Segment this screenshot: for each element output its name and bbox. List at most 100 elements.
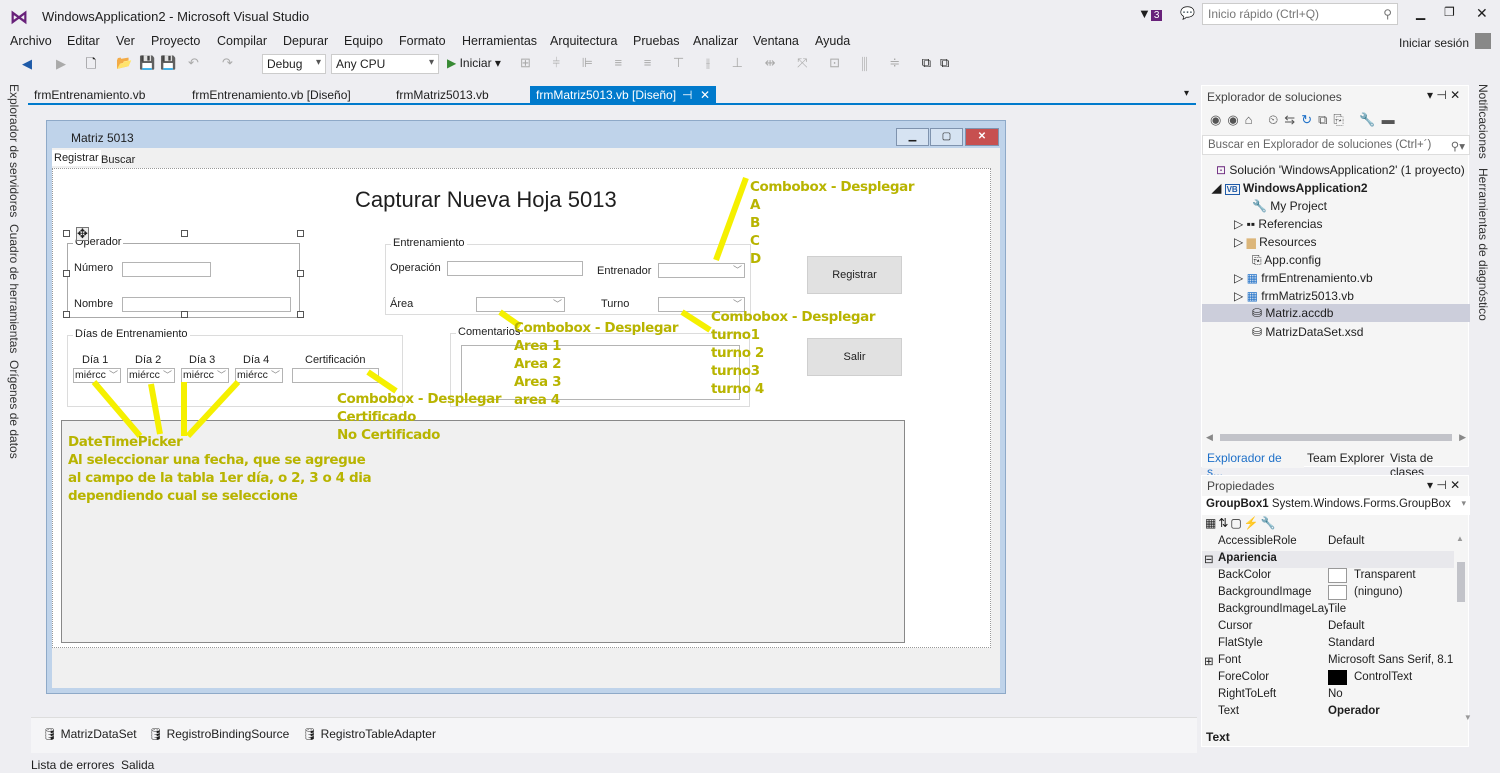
expand-icon: ⊞ bbox=[1204, 656, 1214, 668]
collapse-icon: ⊟ bbox=[1204, 554, 1214, 566]
prop-row-flatstyle[interactable]: FlatStyle Standard bbox=[1218, 636, 1454, 653]
arrow-dia2 bbox=[148, 383, 163, 435]
prop-name: Text bbox=[1218, 705, 1240, 717]
prop-name: Font bbox=[1218, 654, 1242, 666]
error-list-tab[interactable]: Lista de errores bbox=[31, 758, 114, 772]
search-placeholder: Buscar en Explorador de soluciones (Ctrl… bbox=[1208, 139, 1432, 151]
prop-name: FlatStyle bbox=[1218, 637, 1263, 649]
prop-value: Tile bbox=[1328, 603, 1347, 615]
prop-value: ControlText bbox=[1354, 671, 1413, 683]
tree-item-referencias[interactable]: ▷ ▪▪ Referencias bbox=[1234, 217, 1322, 231]
prop-name: RightToLeft bbox=[1218, 688, 1277, 700]
solution-explorer-title: Explorador de soluciones bbox=[1207, 90, 1342, 104]
tray-bindingsource[interactable]: 🛢 RegistroBindingSource bbox=[148, 727, 289, 741]
tab-team-explorer[interactable]: Team Explorer bbox=[1307, 451, 1384, 465]
prop-value: Standard bbox=[1328, 637, 1375, 649]
annotation-datetimepicker: DateTimePicker Al seleccionar una fecha,… bbox=[68, 434, 372, 504]
annotation-turno: Combobox - Desplegar turno1 turno 2 turn… bbox=[711, 309, 876, 397]
tray-label: RegistroBindingSource bbox=[166, 727, 290, 741]
prop-name: Cursor bbox=[1218, 620, 1253, 632]
tree-item-myproject[interactable]: 🔧 My Project bbox=[1252, 199, 1327, 213]
properties-toolbar[interactable]: ▦⇅▢⚡🔧 bbox=[1205, 516, 1278, 530]
object-selector[interactable]: GroupBox1 System.Windows.Forms.GroupBox ▾ bbox=[1202, 496, 1470, 515]
wrench-icon: 🔧 bbox=[1252, 199, 1267, 213]
annotation-entrenador: Combobox - Desplegar A B C D bbox=[750, 179, 915, 267]
tree-item-project[interactable]: ◢ VB WindowsApplication2 bbox=[1212, 181, 1368, 195]
prop-name: ForeColor bbox=[1218, 671, 1270, 683]
object-type: System.Windows.Forms.GroupBox bbox=[1271, 498, 1451, 510]
tree-item-resources[interactable]: ▷ ▆ Resources bbox=[1234, 235, 1317, 249]
output-tab[interactable]: Salida bbox=[121, 758, 154, 772]
property-description: Text bbox=[1206, 730, 1230, 744]
prop-row-font[interactable]: ⊞ Font Microsoft Sans Serif, 8.1 bbox=[1204, 653, 1454, 670]
arrow-dia1 bbox=[91, 380, 143, 438]
tree-item-frmmatriz[interactable]: ▷ ▦ frmMatriz5013.vb bbox=[1234, 289, 1354, 303]
prop-name: AccessibleRole bbox=[1218, 535, 1297, 547]
prop-name: BackColor bbox=[1218, 569, 1272, 581]
form-file-icon: ▦ bbox=[1246, 271, 1258, 285]
prop-row-accessiblerole[interactable]: AccessibleRole Default bbox=[1218, 534, 1454, 551]
solution-icon: ⊡ bbox=[1216, 163, 1227, 177]
prop-value: Microsoft Sans Serif, 8.1 bbox=[1328, 654, 1454, 666]
annotation-area: Combobox - Desplegar Area 1 Area 2 Area … bbox=[514, 320, 679, 408]
properties-title: Propiedades bbox=[1207, 479, 1275, 493]
solution-explorer-toolbar[interactable]: ◉◉⌂ ⏲⇆↻⧉⎘ 🔧▬ bbox=[1210, 112, 1401, 128]
prop-row-text[interactable]: Text Operador bbox=[1218, 704, 1454, 721]
category-name: Apariencia bbox=[1218, 552, 1277, 564]
prop-value: Operador bbox=[1328, 705, 1380, 717]
tree-item-frmentrenamiento[interactable]: ▷ ▦ frmEntrenamiento.vb bbox=[1234, 271, 1373, 285]
prop-name: BackgroundImage bbox=[1218, 586, 1312, 598]
tree-label: Resources bbox=[1259, 235, 1317, 249]
tab-solution-explorer[interactable]: Explorador de s... bbox=[1202, 448, 1304, 479]
tree-label: My Project bbox=[1270, 199, 1327, 213]
tray-label: RegistroTableAdapter bbox=[320, 727, 436, 741]
horizontal-scrollbar[interactable]: ◀ ▶ bbox=[1206, 432, 1466, 442]
prop-value: Default bbox=[1328, 620, 1365, 632]
database-icon: ⛁ bbox=[1252, 306, 1263, 320]
tray-matrizdataset[interactable]: 🛢 MatrizDataSet bbox=[42, 727, 137, 741]
tree-label: WindowsApplication2 bbox=[1243, 181, 1368, 195]
prop-row-forecolor[interactable]: ForeColor ControlText bbox=[1218, 670, 1454, 687]
tree-item-appconfig[interactable]: ⎘ App.config bbox=[1252, 253, 1321, 268]
properties-panel: Propiedades ▾ ⊣ ✕ GroupBox1 System.Windo… bbox=[1201, 475, 1472, 747]
prop-row-backgroundimagelayout[interactable]: BackgroundImageLay Tile bbox=[1218, 602, 1454, 619]
prop-row-righttoleft[interactable]: RightToLeft No bbox=[1218, 687, 1454, 704]
tree-label: MatrizDataSet.xsd bbox=[1265, 325, 1364, 339]
solution-explorer-panel: Explorador de soluciones ▾ ⊣ ✕ ◉◉⌂ ⏲⇆↻⧉⎘… bbox=[1201, 85, 1470, 479]
prop-row-backgroundimage[interactable]: BackgroundImage (ninguno) bbox=[1218, 585, 1454, 602]
folder-icon: ▆ bbox=[1246, 235, 1256, 249]
vb-project-icon: VB bbox=[1224, 184, 1240, 195]
panel-controls[interactable]: ▾ ⊣ ✕ bbox=[1427, 88, 1460, 102]
dataset-icon: ⛁ bbox=[1252, 325, 1263, 339]
arrow-entrenador bbox=[713, 176, 749, 262]
tree-item-solution[interactable]: ⊡ Solución 'WindowsApplication2' (1 proy… bbox=[1216, 163, 1465, 177]
color-swatch bbox=[1328, 568, 1347, 583]
tree-item-matriz-accdb[interactable]: ⛁ Matriz.accdb bbox=[1202, 304, 1470, 322]
tree-label: Solución 'WindowsApplication2' (1 proyec… bbox=[1229, 163, 1465, 177]
tree-label: frmMatriz5013.vb bbox=[1261, 289, 1354, 303]
object-name: GroupBox1 bbox=[1206, 498, 1269, 510]
prop-row-cursor[interactable]: Cursor Default bbox=[1218, 619, 1454, 636]
references-icon: ▪▪ bbox=[1246, 217, 1256, 231]
image-swatch bbox=[1328, 585, 1347, 600]
color-swatch bbox=[1328, 670, 1347, 685]
tree-item-dataset[interactable]: ⛁ MatrizDataSet.xsd bbox=[1252, 325, 1363, 339]
panel-controls[interactable]: ▾ ⊣ ✕ bbox=[1427, 478, 1460, 492]
tray-label: MatrizDataSet bbox=[60, 727, 137, 741]
arrow-turno bbox=[680, 309, 712, 333]
prop-row-backcolor[interactable]: BackColor Transparent bbox=[1218, 568, 1454, 585]
properties-scrollbar[interactable]: ▲ ▼ bbox=[1456, 534, 1472, 722]
search-icon: ⚲▾ bbox=[1450, 141, 1465, 153]
tree-label: App.config bbox=[1264, 253, 1321, 267]
prop-value: Default bbox=[1328, 535, 1365, 547]
arrow-certificacion bbox=[366, 369, 398, 394]
prop-value: Transparent bbox=[1354, 569, 1416, 581]
tree-label: Matriz.accdb bbox=[1265, 306, 1334, 320]
prop-category-apariencia[interactable]: ⊟ Apariencia bbox=[1202, 551, 1454, 568]
tray-tableadapter[interactable]: 🛢 RegistroTableAdapter bbox=[302, 727, 436, 741]
prop-value: No bbox=[1328, 688, 1343, 700]
prop-name: BackgroundImageLay bbox=[1218, 603, 1328, 615]
prop-value: (ninguno) bbox=[1354, 586, 1403, 598]
solution-search-input[interactable]: Buscar en Explorador de soluciones (Ctrl… bbox=[1202, 135, 1470, 155]
tree-label: Referencias bbox=[1258, 217, 1323, 231]
